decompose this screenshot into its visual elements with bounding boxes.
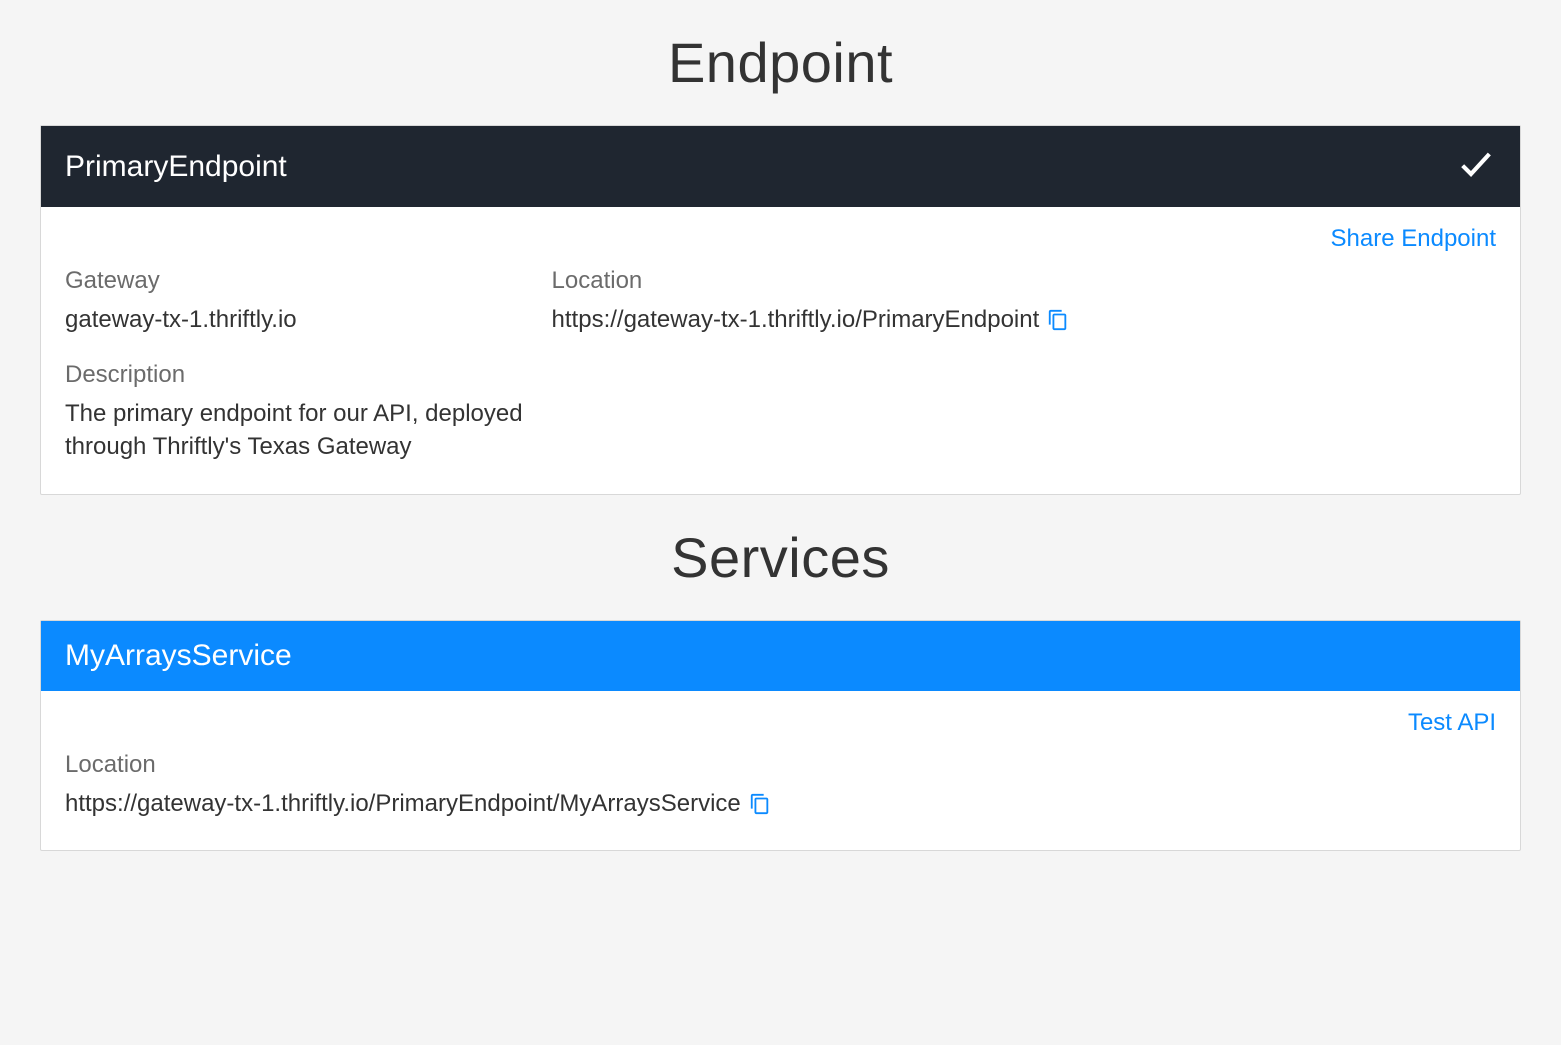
- service-location-block: Location https://gateway-tx-1.thriftly.i…: [65, 751, 1496, 821]
- service-location-value: https://gateway-tx-1.thriftly.io/Primary…: [65, 787, 741, 821]
- location-block: Location https://gateway-tx-1.thriftly.i…: [552, 267, 1496, 337]
- service-card: MyArraysService Test API Location https:…: [40, 620, 1521, 852]
- gateway-value: gateway-tx-1.thriftly.io: [65, 303, 532, 337]
- check-icon: [1456, 144, 1496, 189]
- location-label: Location: [552, 267, 1476, 295]
- section-title-endpoint: Endpoint: [40, 30, 1521, 95]
- endpoint-section: Endpoint PrimaryEndpoint Share Endpoint …: [40, 30, 1521, 495]
- gateway-label: Gateway: [65, 267, 532, 295]
- description-block: Description The primary endpoint for our…: [65, 361, 1496, 464]
- endpoint-name: PrimaryEndpoint: [65, 150, 287, 184]
- endpoint-info-grid: Gateway gateway-tx-1.thriftly.io Locatio…: [65, 267, 1496, 464]
- copy-icon[interactable]: [1047, 309, 1069, 331]
- section-title-services: Services: [40, 525, 1521, 590]
- location-value-line: https://gateway-tx-1.thriftly.io/Primary…: [552, 303, 1476, 337]
- service-location-label: Location: [65, 751, 1496, 779]
- service-card-header[interactable]: MyArraysService: [41, 621, 1520, 691]
- share-endpoint-link[interactable]: Share Endpoint: [1331, 225, 1496, 252]
- service-action-row: Test API: [65, 709, 1496, 737]
- endpoint-card-body: Share Endpoint Gateway gateway-tx-1.thri…: [41, 207, 1520, 494]
- copy-icon[interactable]: [749, 793, 771, 815]
- location-value: https://gateway-tx-1.thriftly.io/Primary…: [552, 303, 1040, 337]
- description-value: The primary endpoint for our API, deploy…: [65, 397, 605, 464]
- service-location-value-line: https://gateway-tx-1.thriftly.io/Primary…: [65, 787, 1496, 821]
- services-section: Services MyArraysService Test API Locati…: [40, 525, 1521, 852]
- service-card-body: Test API Location https://gateway-tx-1.t…: [41, 691, 1520, 851]
- endpoint-card-header[interactable]: PrimaryEndpoint: [41, 126, 1520, 207]
- test-api-link[interactable]: Test API: [1408, 709, 1496, 736]
- endpoint-action-row: Share Endpoint: [65, 225, 1496, 253]
- description-label: Description: [65, 361, 1476, 389]
- gateway-block: Gateway gateway-tx-1.thriftly.io: [65, 267, 552, 337]
- endpoint-card: PrimaryEndpoint Share Endpoint Gateway g…: [40, 125, 1521, 495]
- service-name: MyArraysService: [65, 639, 292, 673]
